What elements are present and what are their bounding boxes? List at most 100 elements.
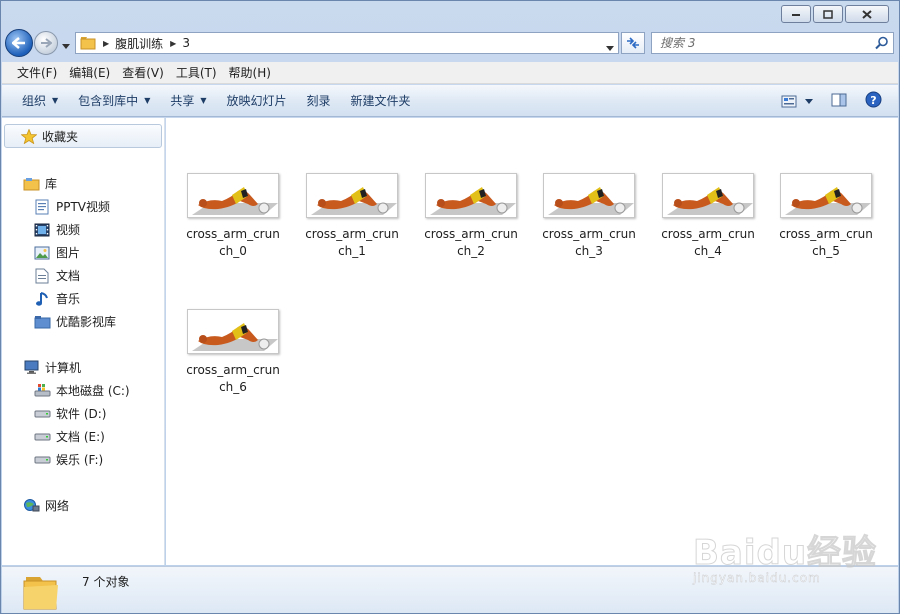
nav-item-network[interactable]: 网络 (2, 494, 165, 517)
nav-item-pictures[interactable]: 图片 (2, 241, 165, 264)
exercise-thumbnail-icon (785, 187, 871, 215)
chevron-down-icon: ▼ (52, 96, 59, 105)
thumbnail (187, 309, 279, 354)
file-name: cross_arm_crunch_3 (542, 227, 636, 258)
include-in-library-label: 包含到库中 (78, 94, 139, 108)
nav-item-youku-library[interactable]: 优酷影视库 (2, 310, 165, 333)
new-folder-button[interactable]: 新建文件夹 (343, 89, 419, 112)
thumbnail (543, 173, 635, 218)
chevron-down-icon (805, 98, 813, 104)
file-item[interactable]: cross_arm_crunch_5 (773, 173, 879, 260)
recent-pages-dropdown[interactable] (62, 38, 70, 52)
favorites-label: 收藏夹 (42, 129, 79, 144)
burn-button[interactable]: 刻录 (299, 89, 339, 112)
drive-icon (33, 452, 51, 468)
address-bar[interactable]: ▶ 腹肌训练 ▶ 3 (75, 32, 619, 54)
document-icon (33, 268, 51, 284)
file-name: cross_arm_crunch_4 (661, 227, 755, 258)
nav-item-pptv-video[interactable]: PPTV视频 (2, 195, 165, 218)
nav-label: 网络 (45, 499, 70, 513)
nav-item-drive-d[interactable]: 软件 (D:) (2, 402, 165, 425)
file-name: cross_arm_crunch_2 (424, 227, 518, 258)
preview-pane-button[interactable] (831, 93, 847, 110)
help-button[interactable]: ? (865, 91, 882, 111)
breadcrumb-separator-icon[interactable]: ▶ (170, 39, 176, 48)
exercise-thumbnail-icon (311, 187, 397, 215)
file-item[interactable]: cross_arm_crunch_3 (536, 173, 642, 260)
video-icon (33, 222, 51, 238)
menu-help[interactable]: 帮助(H) (224, 62, 276, 83)
file-list: cross_arm_crunch_0 cross_arm_crunch_1 cr… (166, 118, 898, 565)
share-label: 共享 (170, 94, 195, 108)
exercise-thumbnail-icon (430, 187, 516, 215)
back-arrow-icon (12, 37, 25, 49)
folder-icon (23, 577, 58, 610)
computer-group: 计算机 本地磁盘 (C:) 软件 (D:) 文档 (E:) 娱乐 (F:) (2, 356, 165, 471)
view-icon (781, 95, 797, 107)
back-button[interactable] (5, 29, 33, 57)
nav-label: 图片 (56, 246, 81, 260)
breadcrumb-separator-icon[interactable]: ▶ (103, 39, 109, 48)
nav-item-documents[interactable]: 文档 (2, 264, 165, 287)
thumbnail (662, 173, 754, 218)
refresh-button[interactable] (621, 32, 645, 54)
baidu-watermark: Baidu经验 jingyan.baidu.com (691, 515, 891, 595)
minimize-icon (792, 14, 800, 16)
forward-button[interactable] (34, 31, 58, 55)
breadcrumb-item[interactable]: 3 (182, 36, 190, 50)
include-in-library-button[interactable]: 包含到库中 ▼ (70, 89, 158, 112)
nav-item-drive-f[interactable]: 娱乐 (F:) (2, 448, 165, 471)
nav-item-computer[interactable]: 计算机 (2, 356, 165, 379)
preview-pane-icon (831, 93, 847, 106)
menu-tools[interactable]: 工具(T) (171, 62, 222, 83)
file-name: cross_arm_crunch_0 (186, 227, 280, 258)
organize-button[interactable]: 组织 ▼ (14, 89, 66, 112)
file-item[interactable]: cross_arm_crunch_1 (299, 173, 405, 260)
change-view-button[interactable] (781, 95, 813, 108)
nav-label: 计算机 (45, 361, 82, 375)
music-note-icon (33, 291, 51, 307)
minimize-button[interactable] (781, 5, 811, 23)
address-row: ▶ 腹肌训练 ▶ 3 (5, 29, 895, 57)
windows-drive-icon (33, 383, 51, 399)
document-library-icon (33, 199, 51, 215)
exercise-thumbnail-icon (192, 187, 278, 215)
breadcrumb-item[interactable]: 腹肌训练 (115, 35, 163, 52)
menu-view[interactable]: 查看(V) (117, 62, 169, 83)
computer-icon (22, 360, 40, 376)
nav-item-music[interactable]: 音乐 (2, 287, 165, 310)
file-item[interactable]: cross_arm_crunch_0 (180, 173, 286, 260)
picture-icon (33, 245, 51, 261)
slideshow-button[interactable]: 放映幻灯片 (219, 89, 295, 112)
nav-label: 库 (45, 177, 58, 191)
network-icon (22, 498, 40, 514)
close-button[interactable] (845, 5, 889, 23)
menu-edit[interactable]: 编辑(E) (64, 62, 115, 83)
maximize-icon (823, 9, 833, 19)
search-box[interactable] (651, 32, 894, 54)
nav-label: 文档 (E:) (56, 430, 105, 444)
nav-item-library[interactable]: 库 (2, 172, 165, 195)
share-button[interactable]: 共享 ▼ (162, 89, 214, 112)
address-dropdown-button[interactable] (606, 40, 614, 54)
nav-item-videos[interactable]: 视频 (2, 218, 165, 241)
menu-file[interactable]: 文件(F) (12, 62, 62, 83)
search-icon[interactable] (875, 36, 889, 50)
watermark-url: jingyan.baidu.com (693, 571, 821, 585)
maximize-button[interactable] (813, 5, 843, 23)
file-item[interactable]: cross_arm_crunch_2 (418, 173, 524, 260)
network-group: 网络 (2, 494, 165, 517)
search-input[interactable] (660, 36, 870, 50)
favorites-item[interactable]: 收藏夹 (4, 124, 162, 148)
nav-label: 优酷影视库 (56, 315, 117, 329)
file-item[interactable]: cross_arm_crunch_6 (180, 309, 286, 396)
file-item[interactable]: cross_arm_crunch_4 (655, 173, 761, 260)
library-group: 库 PPTV视频 视频 图片 文档 音乐 优酷影视库 (2, 172, 165, 333)
nav-item-drive-c[interactable]: 本地磁盘 (C:) (2, 379, 165, 402)
nav-item-drive-e[interactable]: 文档 (E:) (2, 425, 165, 448)
nav-label: 本地磁盘 (C:) (56, 384, 130, 398)
refresh-icon (627, 37, 639, 49)
nav-label: 视频 (56, 223, 81, 237)
command-bar: 组织 ▼ 包含到库中 ▼ 共享 ▼ 放映幻灯片 刻录 新建文件夹 ? (2, 85, 898, 117)
nav-label: 娱乐 (F:) (56, 453, 104, 467)
